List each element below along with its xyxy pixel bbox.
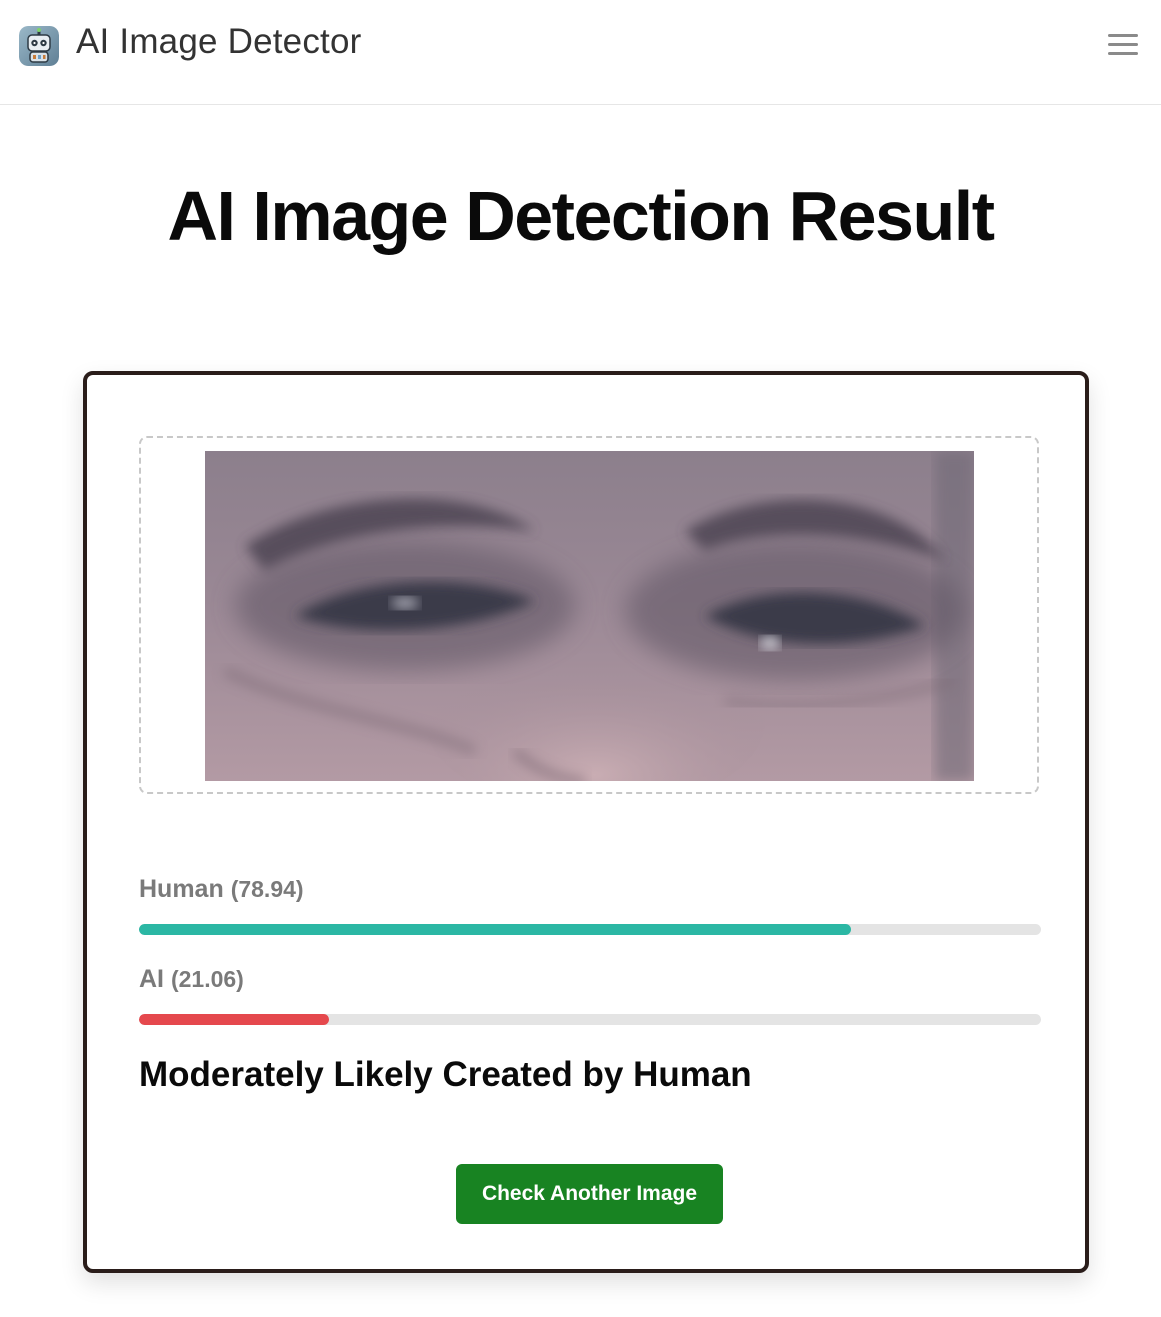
ai-score-value: (21.06) [170, 966, 244, 992]
ai-score-label: AI (21.06) [139, 965, 244, 994]
hamburger-menu-icon[interactable] [1100, 28, 1146, 64]
image-preview-frame [139, 436, 1039, 794]
app-name[interactable]: AI Image Detector [76, 22, 361, 62]
ai-score-fill [139, 1014, 329, 1025]
top-navbar: AI Image Detector [0, 0, 1161, 105]
human-score-value: (78.94) [230, 876, 304, 902]
uploaded-face-image [205, 451, 974, 781]
ai-label-text: AI [139, 965, 164, 993]
ai-score-bar [139, 1014, 1041, 1025]
human-score-bar [139, 924, 1041, 935]
human-score-fill [139, 924, 852, 935]
robot-logo-icon[interactable] [19, 26, 59, 66]
verdict-text: Moderately Likely Created by Human [139, 1055, 752, 1094]
human-score-label: Human (78.94) [139, 875, 304, 904]
result-card: Human (78.94) AI (21.06) Moderately Like… [83, 371, 1089, 1273]
human-label-text: Human [139, 875, 224, 903]
check-another-image-button[interactable]: Check Another Image [456, 1164, 723, 1224]
page-title: AI Image Detection Result [167, 177, 995, 255]
